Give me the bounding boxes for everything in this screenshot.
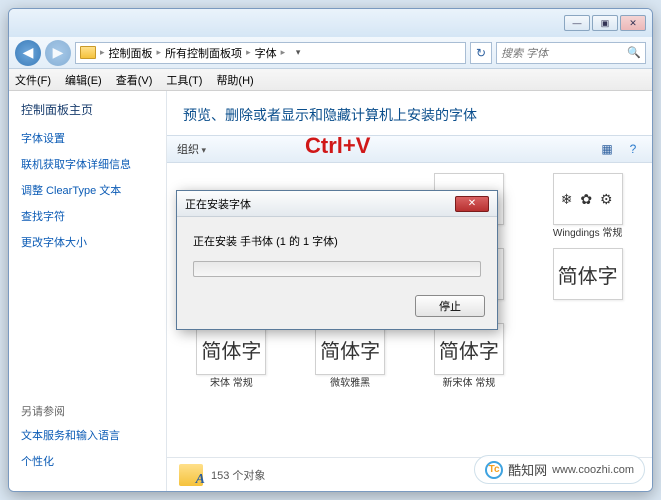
minimize-button[interactable]: — (564, 15, 590, 31)
watermark-brand: 酷知网 (508, 460, 547, 479)
nav-row: ◀ ▶ ▸ 控制面板 ▸ 所有控制面板项 ▸ 字体 ▸ ▾ ↻ 搜索 字体 🔍 (9, 37, 652, 69)
sidebar-link[interactable]: 更改字体大小 (21, 234, 154, 250)
maximize-button[interactable]: ▣ (592, 15, 618, 31)
back-button[interactable]: ◀ (15, 40, 41, 66)
sidebar: 控制面板主页 字体设置 联机获取字体详细信息 调整 ClearType 文本 查… (9, 91, 167, 491)
breadcrumb[interactable]: 控制面板 (109, 45, 153, 61)
menu-file[interactable]: 文件(F) (15, 72, 51, 88)
watermark: Tc 酷知网 www.coozhi.com (474, 455, 645, 484)
help-icon[interactable]: ? (624, 140, 642, 158)
sidebar-link[interactable]: 字体设置 (21, 130, 154, 146)
close-button[interactable]: ✕ (620, 15, 646, 31)
organize-button[interactable]: 组织 (177, 141, 206, 157)
sidebar-link[interactable]: 调整 ClearType 文本 (21, 182, 154, 198)
menu-edit[interactable]: 编辑(E) (65, 72, 102, 88)
watermark-url: www.coozhi.com (552, 464, 634, 476)
search-placeholder: 搜索 字体 (501, 45, 548, 61)
font-item[interactable]: 简体字宋体 常规 (175, 323, 288, 390)
font-preview: 简体字 (315, 323, 385, 375)
chevron-right-icon: ▸ (100, 47, 105, 58)
search-icon: 🔍 (627, 46, 641, 59)
sidebar-header[interactable]: 控制面板主页 (21, 101, 154, 118)
breadcrumb[interactable]: 字体 (255, 45, 277, 61)
install-dialog: 正在安装字体 ✕ 正在安装 手书体 (1 的 1 字体) 停止 (176, 190, 498, 330)
dialog-titlebar: 正在安装字体 ✕ (177, 191, 497, 217)
fonts-folder-icon (179, 464, 203, 486)
dialog-close-button[interactable]: ✕ (455, 196, 489, 212)
font-label: 微软雅黑 (330, 378, 370, 390)
status-count: 153 个对象 (211, 467, 265, 483)
page-title: 预览、删除或者显示和隐藏计算机上安装的字体 (167, 91, 652, 135)
menu-tools[interactable]: 工具(T) (166, 72, 202, 88)
titlebar: — ▣ ✕ (9, 9, 652, 37)
folder-icon (80, 46, 96, 59)
sidebar-footer-link[interactable]: 文本服务和输入语言 (21, 427, 120, 443)
address-bar[interactable]: ▸ 控制面板 ▸ 所有控制面板项 ▸ 字体 ▸ ▾ (75, 42, 466, 64)
menu-help[interactable]: 帮助(H) (216, 72, 253, 88)
chevron-right-icon: ▸ (281, 47, 286, 58)
stop-button[interactable]: 停止 (415, 295, 485, 317)
chevron-right-icon: ▸ (246, 47, 251, 58)
toolbar: 组织 ▦ ? (167, 135, 652, 163)
menu-bar: 文件(F) 编辑(E) 查看(V) 工具(T) 帮助(H) (9, 69, 652, 91)
watermark-logo-icon: Tc (485, 461, 503, 479)
font-preview: ❄ ✿ ⚙ (553, 173, 623, 225)
forward-button[interactable]: ▶ (45, 40, 71, 66)
font-preview: 简体字 (434, 323, 504, 375)
font-preview: 简体字 (196, 323, 266, 375)
font-preview: 简体字 (553, 248, 623, 300)
font-label: 宋体 常规 (210, 378, 253, 390)
breadcrumb[interactable]: 所有控制面板项 (165, 45, 242, 61)
chevron-right-icon: ▸ (157, 47, 162, 58)
dialog-title: 正在安装字体 (185, 196, 251, 212)
font-item[interactable]: 简体字新宋体 常规 (413, 323, 526, 390)
menu-view[interactable]: 查看(V) (116, 72, 153, 88)
font-item[interactable]: 简体字 (531, 248, 644, 315)
sidebar-link[interactable]: 查找字符 (21, 208, 154, 224)
search-input[interactable]: 搜索 字体 🔍 (496, 42, 646, 64)
sidebar-footer-link[interactable]: 个性化 (21, 453, 120, 469)
dialog-message: 正在安装 手书体 (1 的 1 字体) (193, 233, 481, 249)
progress-bar (193, 261, 481, 277)
sidebar-footer-header: 另请参阅 (21, 403, 120, 419)
font-label: 新宋体 常规 (442, 378, 495, 390)
address-dropdown[interactable]: ▾ (289, 47, 307, 58)
view-icon[interactable]: ▦ (598, 140, 616, 158)
font-label: Wingdings 常规 (553, 228, 622, 240)
font-item[interactable]: 简体字微软雅黑 (294, 323, 407, 390)
sidebar-link[interactable]: 联机获取字体详细信息 (21, 156, 154, 172)
font-item[interactable]: ❄ ✿ ⚙ Wingdings 常规 (531, 173, 644, 240)
refresh-button[interactable]: ↻ (470, 42, 492, 64)
